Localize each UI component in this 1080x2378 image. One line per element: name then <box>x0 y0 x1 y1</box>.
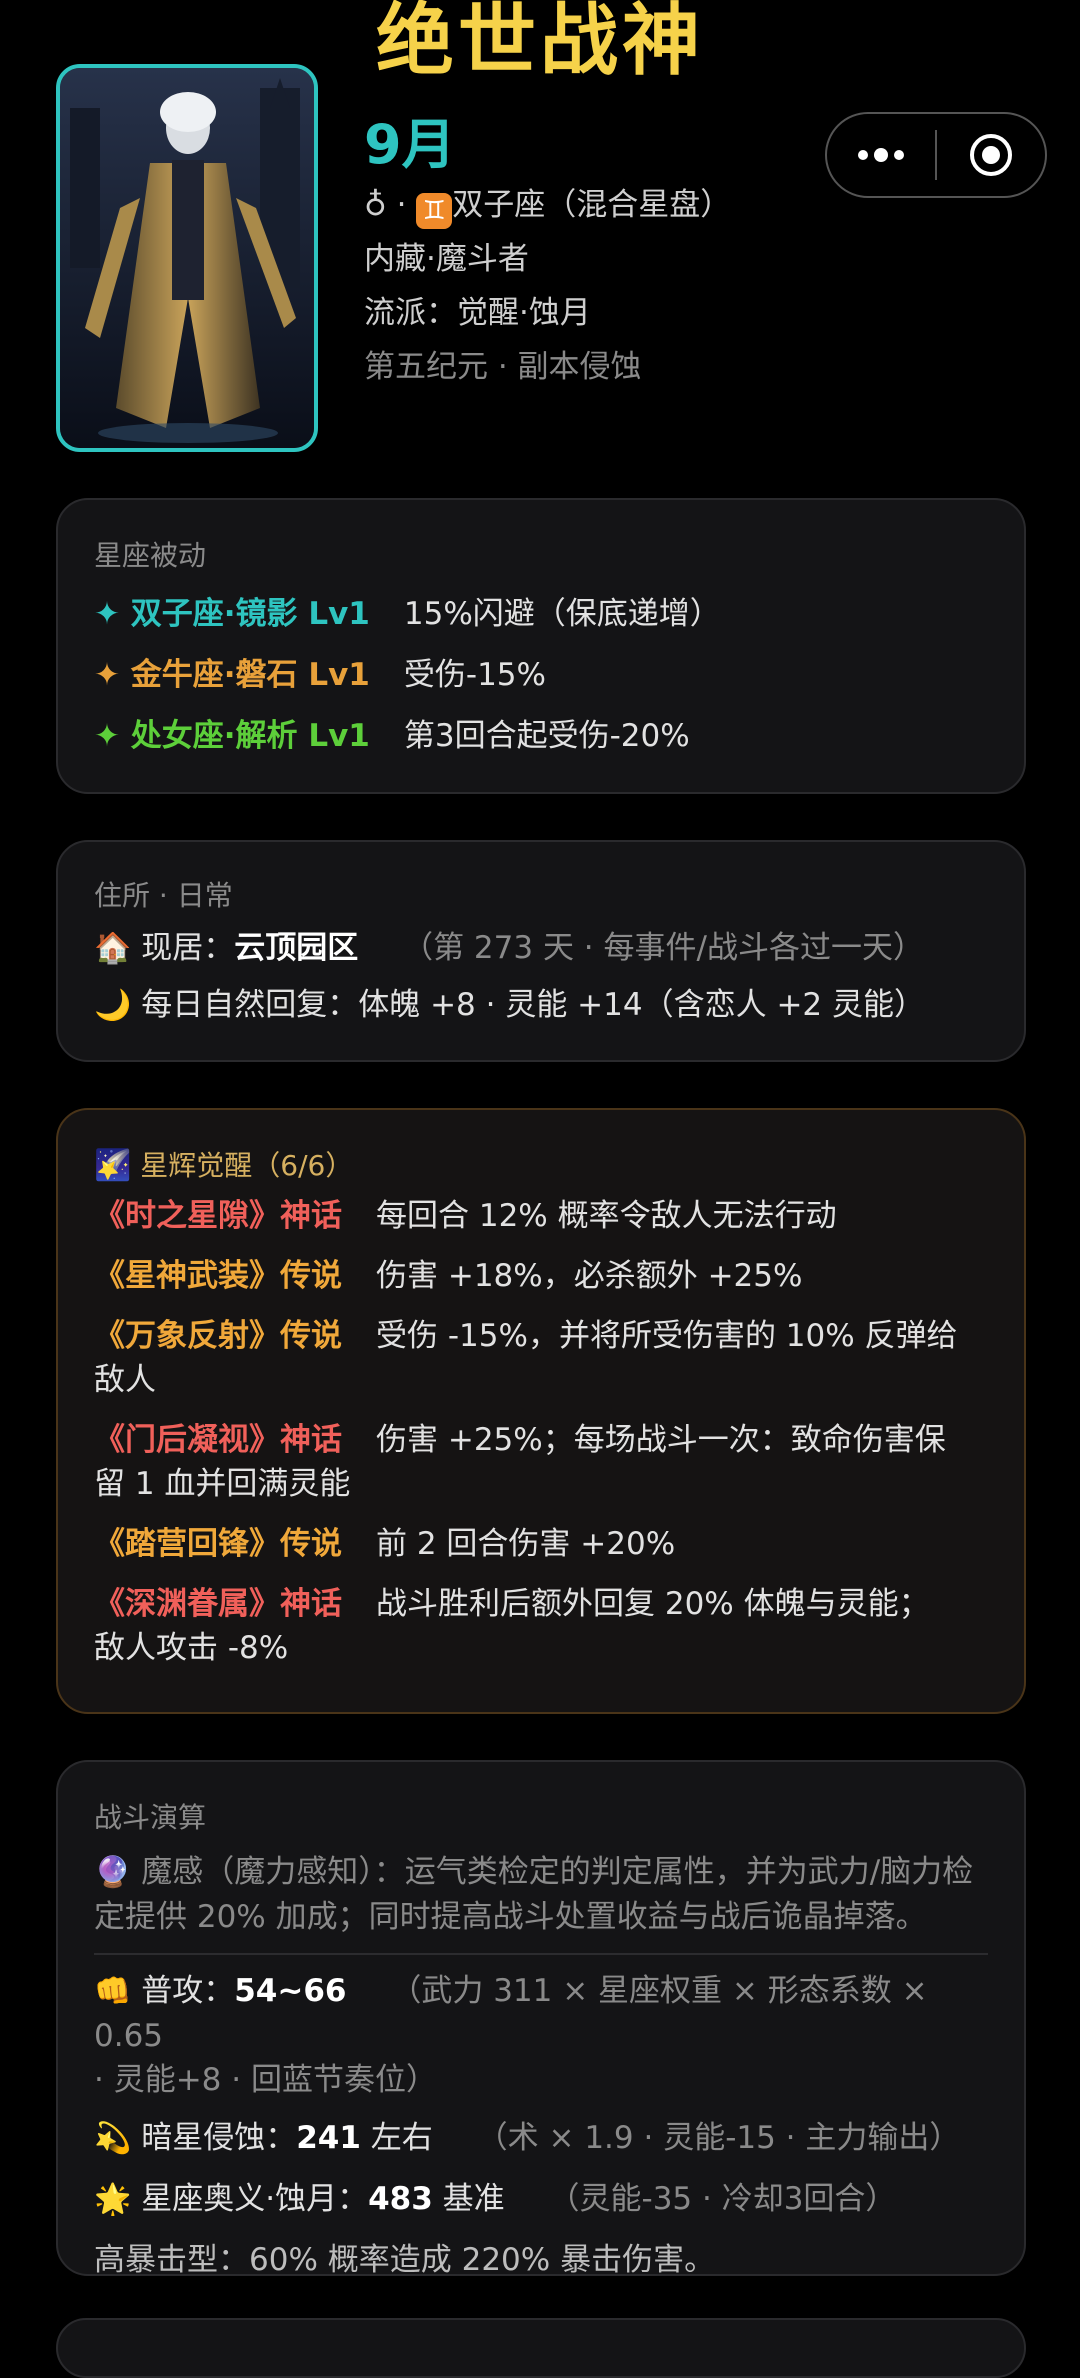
zodiac-text: 双子座（混合星盘） <box>452 187 732 223</box>
fist-icon: 👊 <box>94 1974 132 2009</box>
section-label: 🌠 星辉觉醒（6/6） <box>94 1148 354 1183</box>
awakening-name: 《星神武装》传说 <box>94 1258 342 1294</box>
passive-desc: 第3回合起受伤-20% <box>403 718 690 754</box>
dizzy-star-icon: 💫 <box>94 2121 132 2156</box>
glowing-star-icon: 🌟 <box>94 2182 132 2217</box>
passive-desc: 受伤-15% <box>403 657 546 693</box>
zodiac-passive-card: 星座被动 ✦ 双子座·镜影 Lv1 15%闪避（保底递增） ✦ 金牛座·磐石 Lv… <box>56 498 1026 794</box>
crit-text: 高暴击型：60% 概率造成 220% 暴击伤害。 <box>94 2242 716 2278</box>
gender-symbol: ♁ <box>364 187 387 223</box>
recover-line: 🌙 每日自然回复：体魄 +8 · 灵能 +14（含恋人 +2 灵能） <box>94 987 926 1023</box>
awakening-desc: 战斗胜利后额外回复 20% 体魄与灵能； <box>376 1586 930 1622</box>
home-line: 🏠 现居：云顶园区 （第 273 天 · 每事件/战斗各过一天） <box>94 930 924 966</box>
month-label: 9月 <box>364 113 456 176</box>
shooting-star-icon: 🌠 <box>94 1148 132 1183</box>
home-icon: 🏠 <box>94 931 132 966</box>
portrait-image <box>60 68 314 448</box>
skill-value: 241 <box>296 2120 361 2156</box>
attack-line: 👊 普攻：54~66 （武力 311 × 星座权重 × 形态系数 × 0.65 … <box>94 1973 928 2098</box>
home-note: （第 273 天 · 每事件/战斗各过一天） <box>402 930 924 966</box>
awakening-name: 《万象反射》传说 <box>94 1318 342 1354</box>
combat-card: 战斗演算 🔮 魔感（魔力感知）：运气类检定的判定属性，并为武力/脑力检 定提供 … <box>56 1760 1026 2278</box>
awakening-card: 🌠 星辉觉醒（6/6） 《时之星隙》神话 每回合 12% 概率令敌人无法行动 《星… <box>56 1108 1026 1714</box>
more-dots-icon <box>858 148 904 162</box>
character-portrait[interactable] <box>56 64 318 452</box>
skill-line: 💫 暗星侵蚀：241 左右 （术 × 1.9 · 灵能-15 · 主力输出） <box>94 2120 961 2156</box>
awakening-desc: 伤害 +18%，必杀额外 +25% <box>376 1258 803 1294</box>
awakening-item: 《时之星隙》神话 每回合 12% 概率令敌人无法行动 <box>94 1194 988 1238</box>
section-label: 星座被动 <box>94 539 207 572</box>
divider <box>94 1953 988 1955</box>
miniprogram-capsule <box>825 112 1047 198</box>
awakening-item: 《星神武装》传说 伤害 +18%，必杀额外 +25% <box>94 1254 988 1298</box>
awakening-item: 《踏营回锋》传说前 2 回合伤害 +20% <box>94 1522 988 1566</box>
passive-name: ✦ 处女座·解析 Lv1 <box>94 718 370 754</box>
awakening-item: 《门后凝视》神话 伤害 +25%；每场战斗一次：致命伤害保 留 1 血并回满灵能 <box>94 1422 946 1502</box>
hidden-role: 内藏·魔斗者 <box>364 241 529 277</box>
awakening-item: 《万象反射》传说 受伤 -15%，并将所受伤害的 10% 反弹给 敌人 <box>94 1318 958 1398</box>
zodiac-line: ♁ · ♊ 双子座（混合星盘） <box>364 178 731 232</box>
era-line: 第五纪元 · 副本侵蚀 <box>364 349 642 385</box>
awakening-name: 《踏营回锋》传说 <box>94 1526 342 1562</box>
passive-item: ✦ 处女座·解析 Lv1 第3回合起受伤-20% <box>94 706 988 767</box>
ult-line: 🌟 星座奥义·蚀月：483 基准 （灵能-35 · 冷却3回合） <box>94 2181 897 2217</box>
next-card <box>56 2318 1026 2378</box>
home-name: 云顶园区 <box>234 930 359 966</box>
passive-item: ✦ 金牛座·磐石 Lv1 受伤-15% <box>94 645 988 706</box>
passive-desc: 15%闪避（保底递增） <box>403 596 721 632</box>
magic-sense-text: 🔮 魔感（魔力感知）：运气类检定的判定属性，并为武力/脑力检 定提供 20% 加… <box>94 1854 974 1935</box>
awakening-name: 《门后凝视》神话 <box>94 1422 342 1458</box>
awakening-item: 《深渊眷属》神话 战斗胜利后额外回复 20% 体魄与灵能； 敌人攻击 -8% <box>94 1586 930 1666</box>
awakening-desc: 伤害 +25%；每场战斗一次：致命伤害保 <box>376 1422 946 1458</box>
passive-name: ✦ 金牛座·磐石 Lv1 <box>94 657 370 693</box>
awakening-desc: 每回合 12% 概率令敌人无法行动 <box>376 1198 837 1234</box>
more-button[interactable] <box>827 114 935 196</box>
school-line: 流派：觉醒·蚀月 <box>364 295 591 331</box>
close-button[interactable] <box>937 114 1045 196</box>
ult-value: 483 <box>368 2181 433 2217</box>
awakening-desc: 前 2 回合伤害 +20% <box>376 1526 676 1562</box>
awakening-name: 《时之星隙》神话 <box>94 1198 342 1234</box>
attack-value: 54~66 <box>234 1973 347 2009</box>
profile-header: 9月 ♁ · ♊ 双子座（混合星盘） 内藏·魔斗者 流派：觉醒·蚀月 第五纪元 ·… <box>364 112 731 394</box>
section-label: 战斗演算 <box>94 1801 207 1834</box>
residence-card: 住所 · 日常 🏠 现居：云顶园区 （第 273 天 · 每事件/战斗各过一天）… <box>56 840 1026 1062</box>
awakening-name: 《深渊眷属》神话 <box>94 1586 342 1622</box>
moon-icon: 🌙 <box>94 988 132 1023</box>
crystal-ball-icon: 🔮 <box>94 1855 132 1890</box>
gemini-icon: ♊ <box>416 193 453 229</box>
section-label: 住所 · 日常 <box>94 879 233 912</box>
awakening-desc: 受伤 -15%，并将所受伤害的 10% 反弹给 <box>376 1318 958 1354</box>
passive-name: ✦ 双子座·镜影 Lv1 <box>94 596 370 632</box>
target-icon <box>970 134 1012 176</box>
passive-item: ✦ 双子座·镜影 Lv1 15%闪避（保底递增） <box>94 584 988 645</box>
